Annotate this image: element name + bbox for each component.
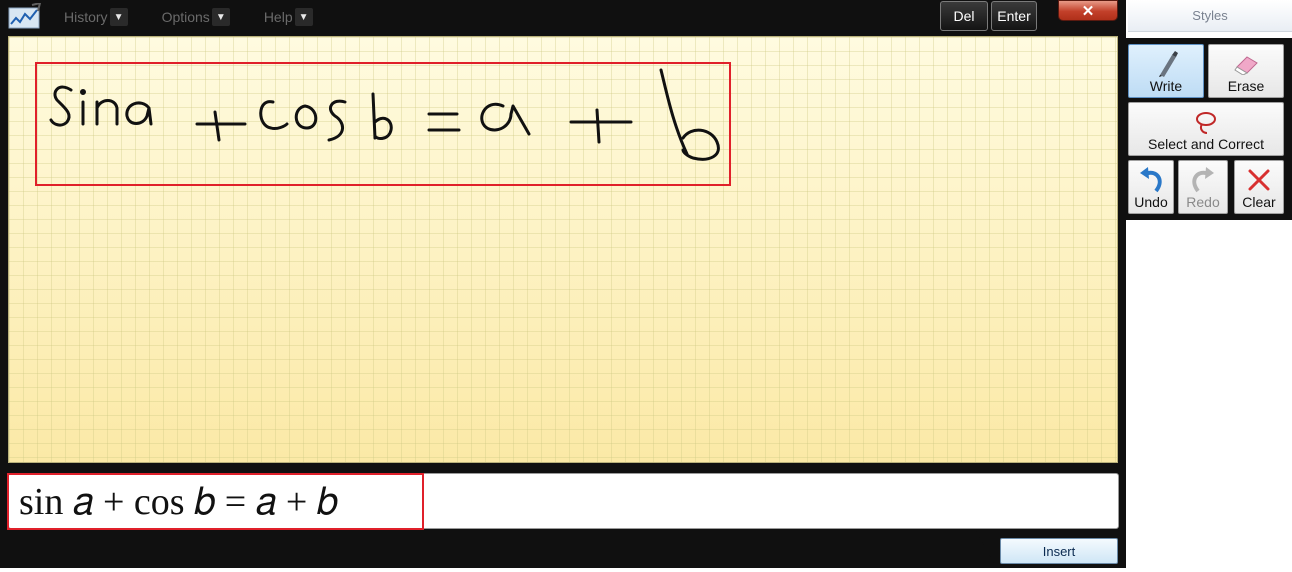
ink-highlight-box xyxy=(35,62,731,186)
lasso-icon xyxy=(1191,109,1221,135)
redo-icon xyxy=(1188,167,1218,193)
write-label: Write xyxy=(1149,78,1183,94)
menu-history-label: History xyxy=(64,9,108,25)
redo-button[interactable]: Redo xyxy=(1178,160,1228,214)
styles-header: Styles xyxy=(1128,0,1292,32)
select-and-correct-label: Select and Correct xyxy=(1148,136,1264,152)
menu-options[interactable]: Options ▼ xyxy=(146,8,230,26)
erase-label: Erase xyxy=(1227,78,1265,94)
chevron-down-icon: ▼ xyxy=(109,8,128,26)
chevron-down-icon: ▼ xyxy=(211,8,230,26)
clear-button[interactable]: Clear xyxy=(1234,160,1284,214)
enter-button[interactable]: Enter xyxy=(991,1,1037,31)
undo-label: Undo xyxy=(1134,194,1168,210)
select-and-correct-button[interactable]: Select and Correct xyxy=(1128,102,1284,156)
preview-highlight-box xyxy=(7,473,424,530)
undo-button[interactable]: Undo xyxy=(1128,160,1174,214)
pen-icon xyxy=(1151,51,1181,77)
menu-help[interactable]: Help ▼ xyxy=(248,8,313,26)
clear-x-icon xyxy=(1244,167,1274,193)
insert-button[interactable]: Insert xyxy=(1000,538,1118,564)
menu-help-label: Help xyxy=(263,9,293,25)
clear-label: Clear xyxy=(1242,194,1276,210)
eraser-icon xyxy=(1231,51,1261,77)
math-input-window: History ▼ Options ▼ Help ▼ Del Enter ✕ s… xyxy=(0,0,1126,568)
del-button[interactable]: Del xyxy=(940,1,988,31)
undo-icon xyxy=(1136,167,1166,193)
app-icon xyxy=(8,3,42,29)
menu-options-label: Options xyxy=(161,9,210,25)
close-button[interactable]: ✕ xyxy=(1058,0,1118,21)
chevron-down-icon: ▼ xyxy=(294,8,313,26)
menu-history[interactable]: History ▼ xyxy=(48,8,128,26)
menu-bar: History ▼ Options ▼ Help ▼ xyxy=(48,0,331,34)
close-icon: ✕ xyxy=(1081,2,1095,20)
redo-label: Redo xyxy=(1186,194,1220,210)
tool-panel: Write Erase Select and Correct Undo Redo… xyxy=(1126,38,1292,220)
write-button[interactable]: Write xyxy=(1128,44,1204,98)
erase-button[interactable]: Erase xyxy=(1208,44,1284,98)
